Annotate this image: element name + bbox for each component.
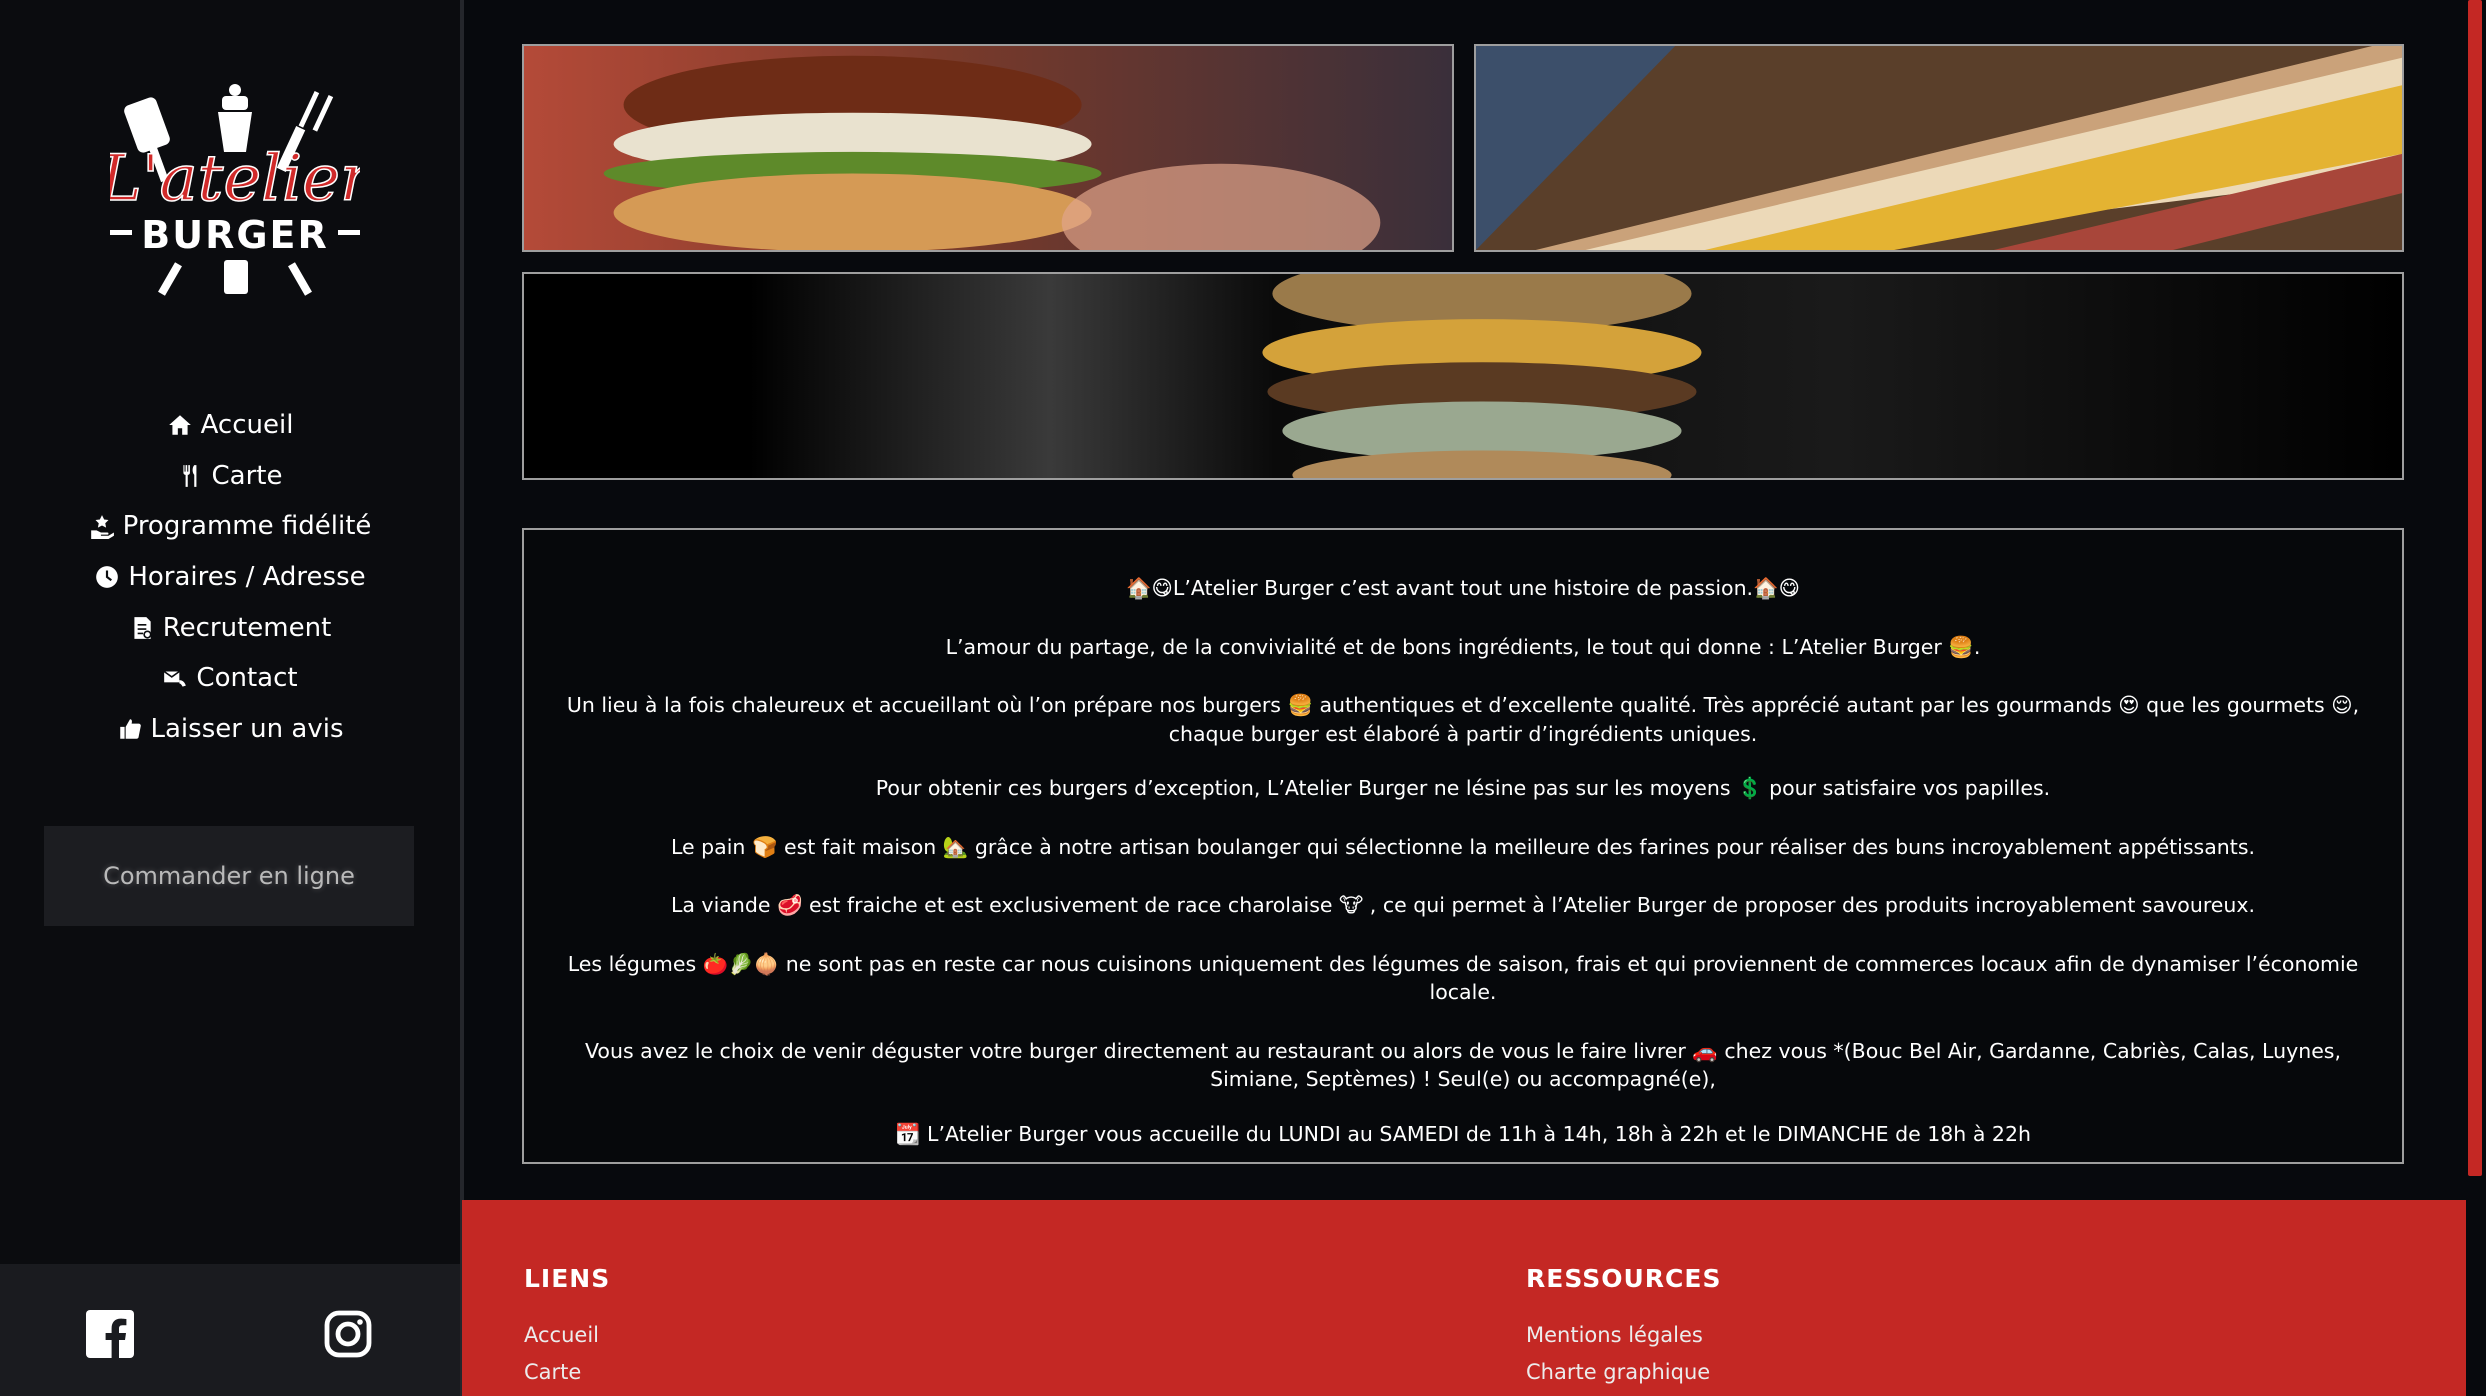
- nav-label: Carte: [211, 460, 283, 491]
- site-footer: LIENS Accueil Carte RESSOURCES Mentions …: [462, 1200, 2466, 1396]
- sidebar: L'atelier BURGER Accueil Carte Programme…: [0, 0, 460, 1396]
- clock-icon: [96, 566, 119, 588]
- social-bar: [0, 1264, 460, 1396]
- story-paragraph: 📆 L’Atelier Burger vous accueille du LUN…: [895, 1121, 2031, 1146]
- sidebar-divider: [460, 0, 464, 1396]
- nav-item-contact[interactable]: Contact: [0, 653, 460, 704]
- story-paragraph: Un lieu à la fois chaleureux et accueill…: [566, 693, 2360, 746]
- footer-heading: LIENS: [524, 1264, 611, 1293]
- nav-label: Recrutement: [162, 612, 332, 643]
- footer-link-charte[interactable]: Charte graphique: [1526, 1354, 1721, 1391]
- facebook-icon[interactable]: [86, 1310, 134, 1358]
- nav-item-accueil[interactable]: Accueil: [0, 400, 460, 451]
- burger-photo-1: [522, 44, 1454, 252]
- review-icon: [119, 719, 141, 739]
- nav-item-recrutement[interactable]: Recrutement: [0, 602, 460, 653]
- contact-icon: [164, 671, 187, 687]
- logo-script-text: L'atelier: [110, 142, 360, 216]
- nav-item-fidelite[interactable]: Programme fidélité: [0, 501, 460, 552]
- story-paragraph: L’amour du partage, de la convivialité e…: [945, 634, 1981, 659]
- nav-item-avis[interactable]: Laisser un avis: [0, 704, 460, 755]
- logo-word-text: BURGER: [141, 213, 329, 257]
- main-nav: Accueil Carte Programme fidélité Horaire…: [0, 400, 460, 754]
- story-paragraph: La viande 🥩 est fraiche et est exclusive…: [670, 893, 2256, 917]
- instagram-icon[interactable]: [324, 1310, 372, 1358]
- croque-photo: [1474, 44, 2404, 252]
- nav-item-horaires[interactable]: Horaires / Adresse: [0, 552, 460, 603]
- story-paragraph: Les légumes 🍅🥬🧅 ne sont pas en reste car…: [567, 951, 2359, 1005]
- home-icon: [168, 415, 191, 436]
- story-paragraph: Le pain 🍞 est fait maison 🏡 grâce à notr…: [670, 834, 2256, 859]
- nav-item-carte[interactable]: Carte: [0, 451, 460, 502]
- loyalty-icon: [90, 515, 114, 540]
- footer-link-mentions[interactable]: Mentions légales: [1526, 1317, 1721, 1354]
- story-paragraph: 🏠😋L’Atelier Burger c’est avant tout une …: [1126, 576, 1800, 600]
- nav-label: Programme fidélité: [122, 511, 372, 542]
- nav-label: Laisser un avis: [150, 713, 344, 744]
- scrollbar-thumb[interactable]: [2468, 0, 2482, 1176]
- order-online-button[interactable]: Commander en ligne: [44, 826, 414, 926]
- nav-label: Horaires / Adresse: [128, 562, 366, 593]
- footer-resources-column: RESSOURCES Mentions légales Charte graph…: [1526, 1264, 1721, 1391]
- story-paragraph: Pour obtenir ces burgers d’exception, L’…: [875, 776, 2051, 800]
- footer-link-accueil[interactable]: Accueil: [524, 1317, 610, 1354]
- story-paragraph: Vous avez le choix de venir déguster vot…: [584, 1038, 2342, 1092]
- burger-banner-photo: [522, 272, 2404, 480]
- nav-label: Accueil: [200, 410, 294, 441]
- cutlery-icon: [182, 465, 196, 487]
- resume-icon: [134, 616, 152, 639]
- about-text-panel: 🏠😋L’Atelier Burger c’est avant tout une …: [522, 528, 2404, 1164]
- footer-link-carte[interactable]: Carte: [524, 1354, 610, 1391]
- footer-heading: RESSOURCES: [1526, 1264, 1722, 1293]
- footer-links-column: LIENS Accueil Carte: [524, 1264, 610, 1391]
- nav-label: Contact: [196, 663, 298, 694]
- site-logo[interactable]: L'atelier BURGER: [98, 80, 375, 300]
